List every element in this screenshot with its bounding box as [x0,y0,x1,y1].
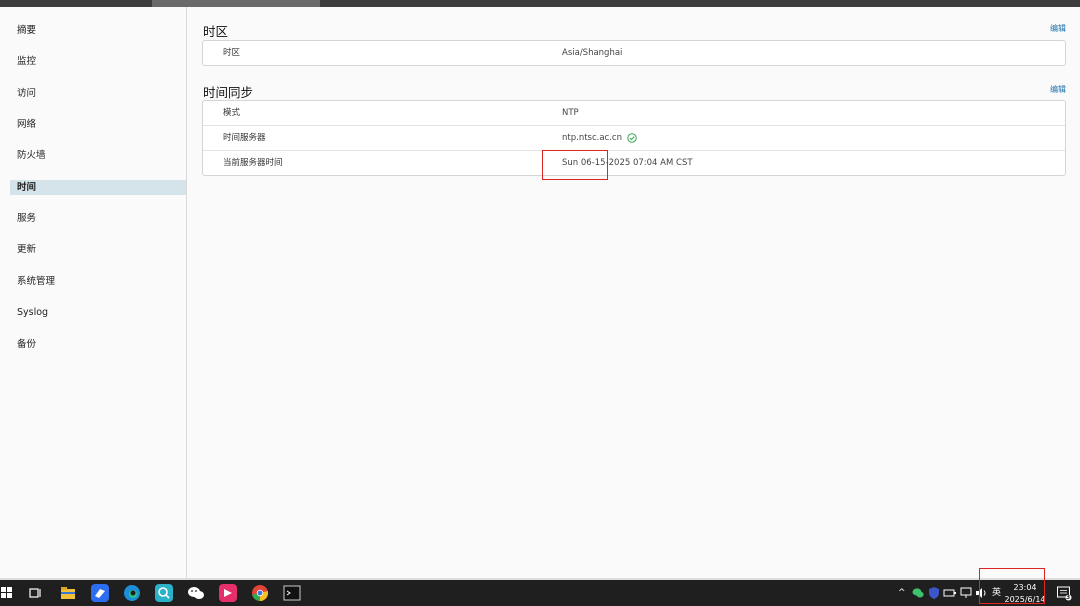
tray-overflow-icon[interactable]: ^ [898,580,906,606]
server-time-row: 当前服务器时间 Sun 06-15-2025 07:04 AM CST [203,151,1065,175]
active-tab-indicator[interactable] [152,0,320,7]
time-sync-panel: 模式 NTP 时间服务器 ntp.ntsc.ac.cn 当前服务器时间 Sun … [202,100,1066,176]
file-explorer-icon[interactable] [58,583,78,603]
taskbar: ^ 英 23:04 2025/6/14 3 [0,580,1080,606]
timezone-row: 时区 Asia/Shanghai [203,41,1065,65]
task-view-icon[interactable] [26,583,46,603]
app-icon[interactable] [218,583,238,603]
network-icon[interactable] [959,586,973,600]
search-app-icon[interactable] [154,583,174,603]
windows-start-icon[interactable] [0,583,20,603]
chrome-icon[interactable] [250,583,270,603]
mode-label: 模式 [223,108,241,118]
time-server-value-wrap: ntp.ntsc.ac.cn [562,126,637,150]
timezone-panel: 时区 Asia/Shanghai [202,40,1066,66]
timezone-section-title: 时区 [203,24,229,39]
sidebar-item-firewall[interactable]: 防火墙 [10,148,186,163]
wechat-tray-icon[interactable] [911,586,925,600]
sidebar-item-updates[interactable]: 更新 [10,242,186,257]
timezone-edit-link[interactable]: 编辑 [1050,23,1066,34]
time-server-row: 时间服务器 ntp.ntsc.ac.cn [203,126,1065,151]
mode-row: 模式 NTP [203,101,1065,126]
feishu-icon[interactable] [90,583,110,603]
time-server-label: 时间服务器 [223,133,266,143]
wechat-icon[interactable] [186,583,206,603]
sidebar-item-network[interactable]: 网络 [10,117,186,132]
annotation-box-clock [979,568,1045,604]
top-bar [0,0,1080,7]
annotation-box-server-time [542,150,608,180]
sidebar-item-system-admin[interactable]: 系统管理 [10,274,186,289]
sidebar-item-services[interactable]: 服务 [10,211,186,226]
battery-icon[interactable] [943,586,957,600]
time-server-value: ntp.ntsc.ac.cn [562,133,622,143]
timezone-value: Asia/Shanghai [562,48,623,58]
timezone-label: 时区 [223,48,241,58]
edge-icon[interactable] [122,583,142,603]
sidebar-item-time[interactable]: 时间 [10,180,186,195]
notification-count-badge: 3 [1066,594,1071,601]
terminal-icon[interactable] [282,583,302,603]
sidebar-item-summary[interactable]: 摘要 [10,23,186,38]
sidebar-item-syslog[interactable]: Syslog [10,305,186,320]
sidebar-item-access[interactable]: 访问 [10,86,186,101]
main-content: 时区 编辑 时区 Asia/Shanghai 时间同步 编辑 模式 NTP 时间… [187,7,1080,578]
check-circle-icon [627,132,637,143]
server-time-label: 当前服务器时间 [223,158,283,168]
sidebar-item-backup[interactable]: 备份 [10,337,186,352]
shield-tray-icon[interactable] [927,586,941,600]
sidebar-nav: 摘要 监控 访问 网络 防火墙 时间 服务 更新 系统管理 Syslog 备份 [0,7,187,578]
sidebar-item-monitor[interactable]: 监控 [10,54,186,69]
time-sync-section-title: 时间同步 [203,85,254,100]
time-sync-edit-link[interactable]: 编辑 [1050,84,1066,95]
mode-value: NTP [562,108,579,118]
